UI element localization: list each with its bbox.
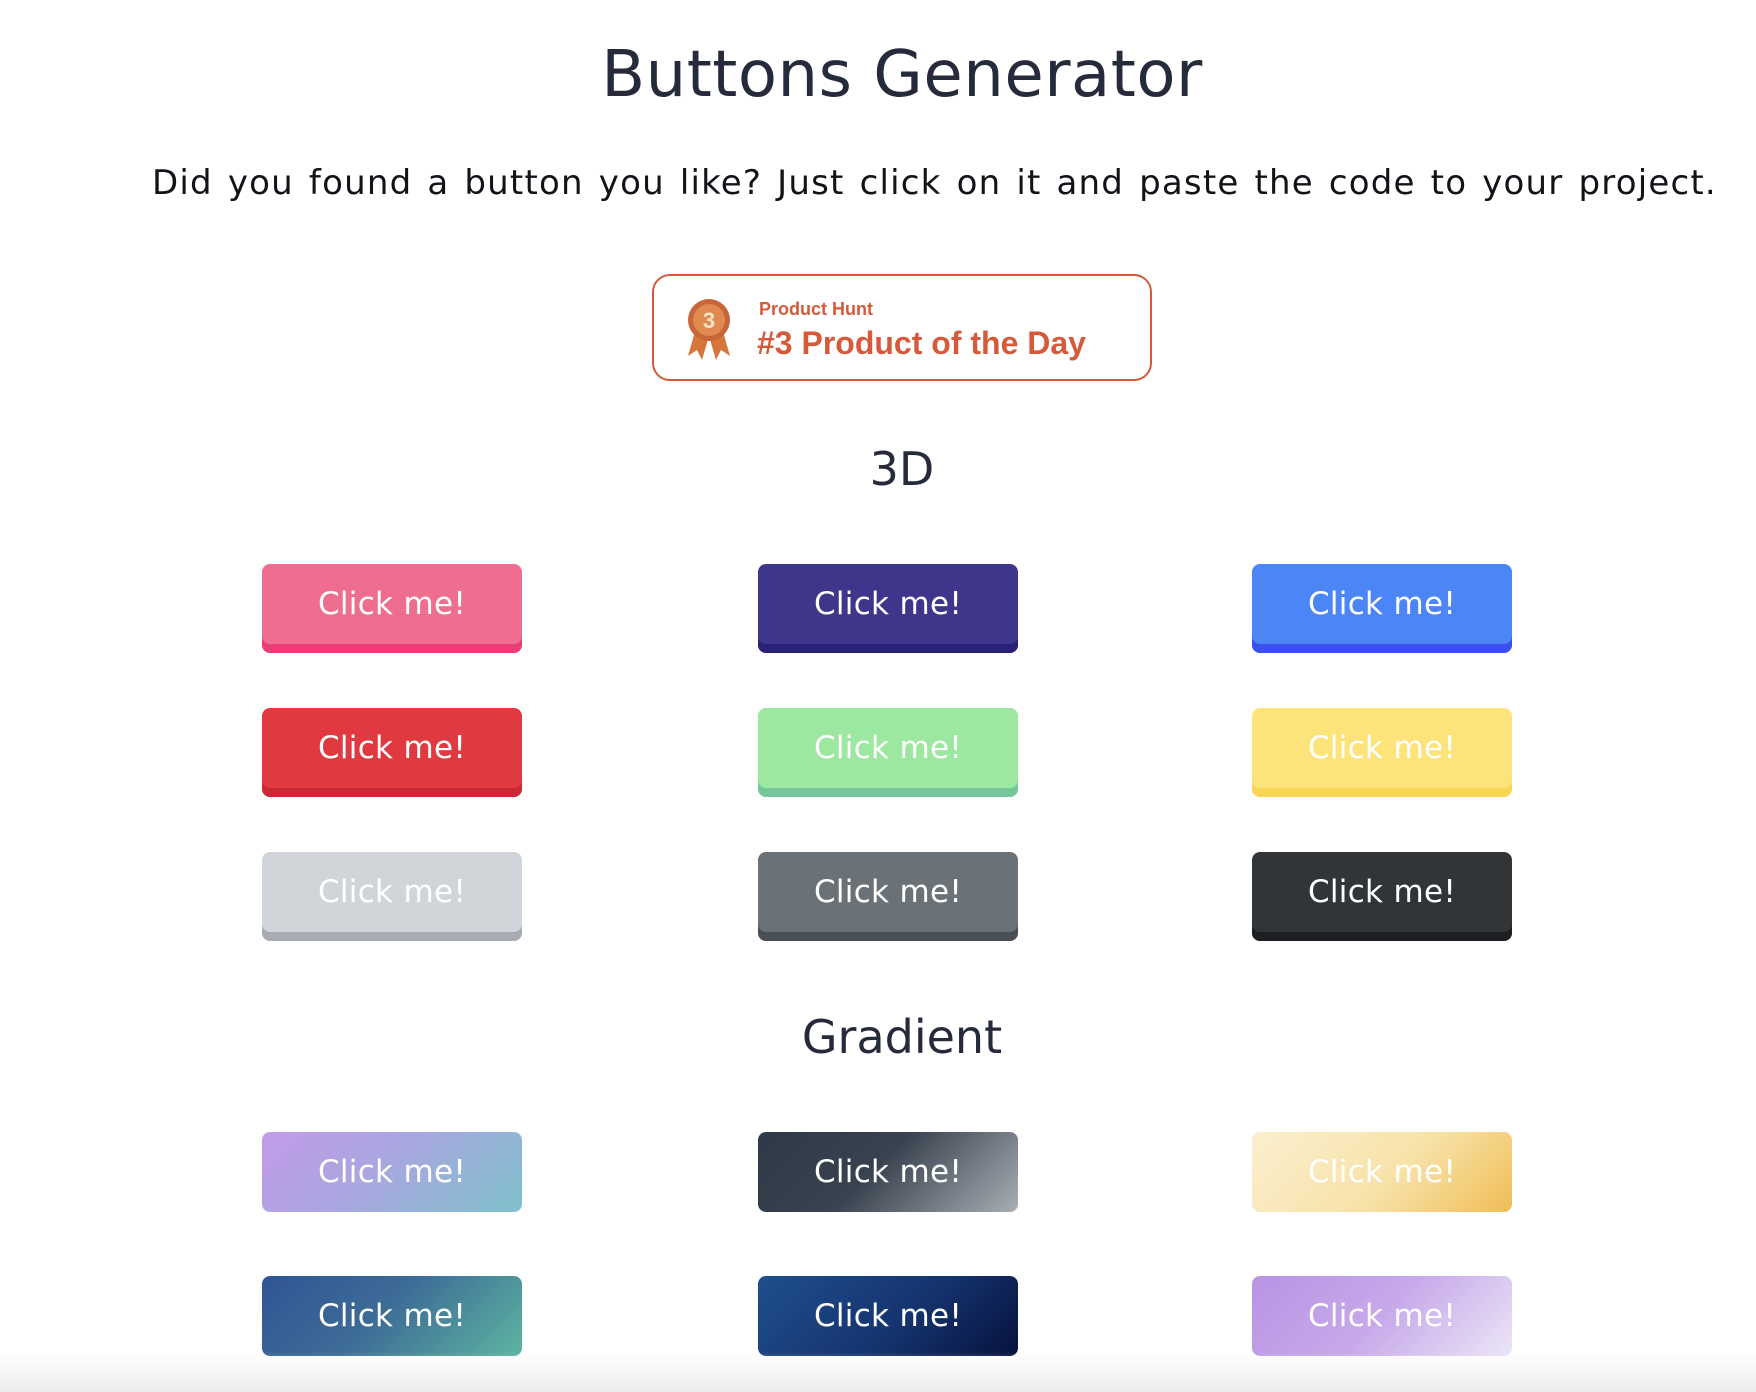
section-title-3d: 3D — [869, 442, 935, 496]
product-hunt-badge[interactable]: 3 Product Hunt #3 Product of the Day — [652, 274, 1152, 381]
3d-button-light-gray[interactable]: Click me! — [262, 852, 522, 941]
medal-icon: 3 — [684, 298, 734, 362]
3d-button-red[interactable]: Click me! — [262, 708, 522, 797]
gradient-button-teal[interactable]: Click me! — [262, 1276, 522, 1356]
3d-button-gray[interactable]: Click me! — [758, 852, 1018, 941]
gradient-button-navy[interactable]: Click me! — [758, 1276, 1018, 1356]
badge-headline: #3 Product of the Day — [757, 325, 1086, 361]
gradient-button-lavender[interactable]: Click me! — [262, 1132, 522, 1212]
medal-number: 3 — [703, 308, 715, 333]
section-title-gradient: Gradient — [801, 1010, 1003, 1064]
badge-kicker: Product Hunt — [759, 299, 873, 319]
gradient-button-slate[interactable]: Click me! — [758, 1132, 1018, 1212]
3d-button-yellow[interactable]: Click me! — [1252, 708, 1512, 797]
3d-button-indigo[interactable]: Click me! — [758, 564, 1018, 653]
3d-button-green[interactable]: Click me! — [758, 708, 1018, 797]
intro-text: Did you found a button you like? Just cl… — [152, 163, 1717, 203]
gradient-button-cream[interactable]: Click me! — [1252, 1132, 1512, 1212]
page-title: Buttons Generator — [601, 38, 1203, 112]
3d-button-blue[interactable]: Click me! — [1252, 564, 1512, 653]
bottom-edge-shadow — [0, 1352, 1756, 1392]
gradient-button-lilac[interactable]: Click me! — [1252, 1276, 1512, 1356]
3d-button-pink[interactable]: Click me! — [262, 564, 522, 653]
3d-button-dark[interactable]: Click me! — [1252, 852, 1512, 941]
